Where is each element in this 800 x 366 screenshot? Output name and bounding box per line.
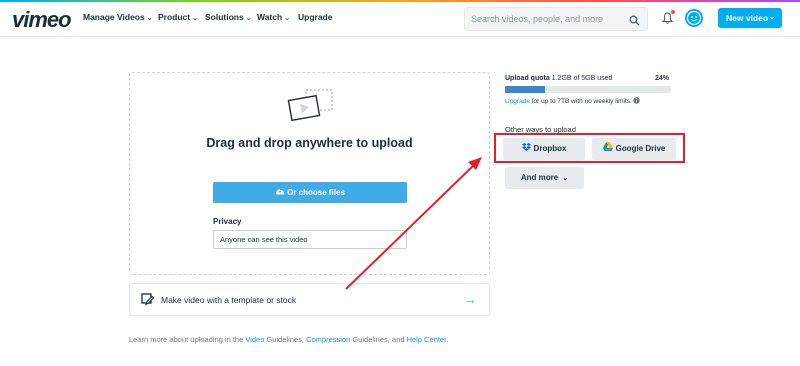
annotation-arrow: [345, 157, 482, 290]
